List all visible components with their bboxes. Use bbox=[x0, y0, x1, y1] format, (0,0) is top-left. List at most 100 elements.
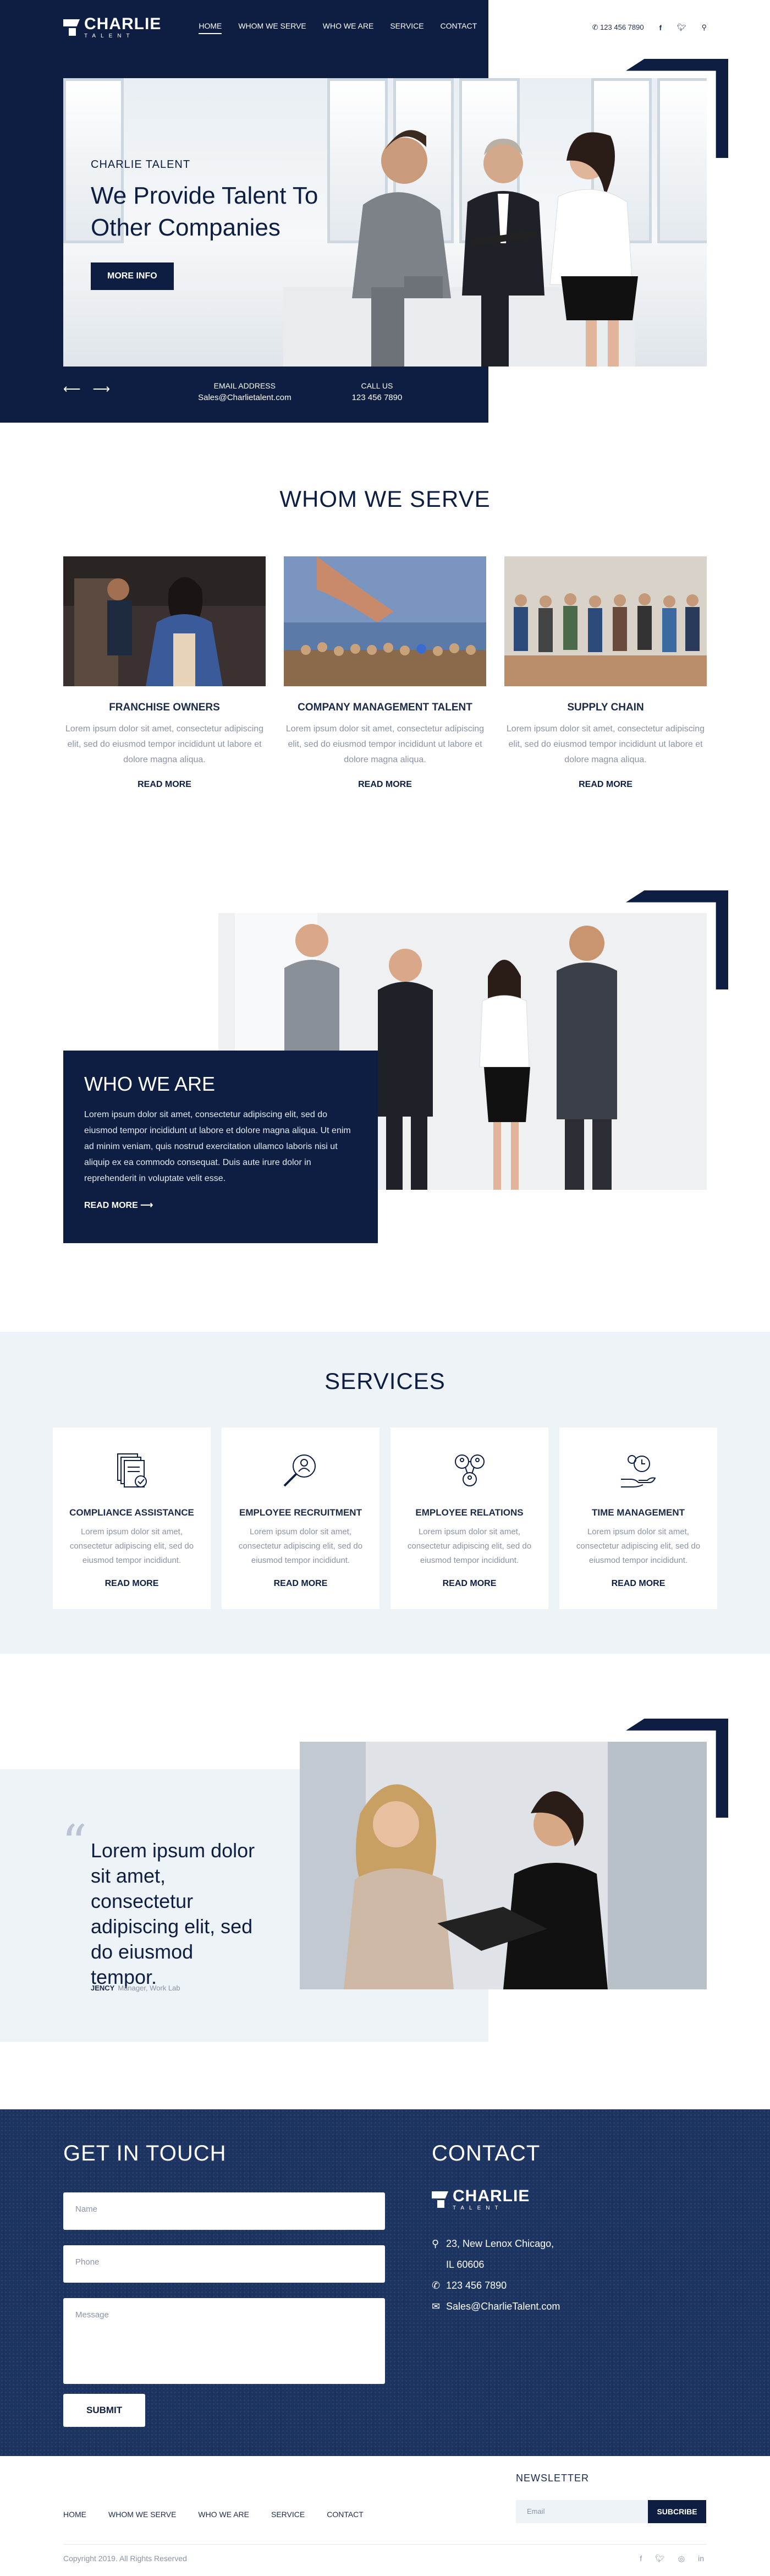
footer-divider bbox=[63, 2544, 707, 2545]
hero-section: CHARLIE TALENT HOME WHOM WE SERVE WHO WE… bbox=[0, 0, 770, 471]
whom-card: FRANCHISE OWNERS Lorem ipsum dolor sit a… bbox=[63, 556, 266, 790]
instagram-icon[interactable]: ◎ bbox=[678, 2554, 685, 2563]
testimonial-image bbox=[300, 1742, 707, 1989]
service-card: TIME MANAGEMENT Lorem ipsum dolor sit am… bbox=[559, 1428, 717, 1609]
hero-text-block: CHARLIE TALENT We Provide Talent To Othe… bbox=[91, 158, 355, 290]
more-info-button[interactable]: MORE INFO bbox=[91, 262, 174, 290]
who-title: WHO WE ARE bbox=[84, 1073, 216, 1095]
facebook-icon[interactable]: f bbox=[659, 24, 662, 32]
contact-title: CONTACT bbox=[432, 2141, 541, 2165]
phone-field[interactable]: Phone bbox=[63, 2245, 385, 2283]
footer-nav-home[interactable]: HOME bbox=[63, 2510, 86, 2519]
arrow-right-icon[interactable]: ⟶ bbox=[93, 382, 111, 396]
whom-cards: FRANCHISE OWNERS Lorem ipsum dolor sit a… bbox=[63, 556, 707, 790]
nav-item-home[interactable]: HOME bbox=[199, 21, 222, 34]
people-network-icon bbox=[454, 1454, 485, 1486]
card-title: FRANCHISE OWNERS bbox=[109, 702, 220, 713]
footer-nav-who-we-are[interactable]: WHO WE ARE bbox=[198, 2510, 249, 2519]
address-line-1: 23, New Lenox Chicago, bbox=[446, 2238, 554, 2249]
testimonial-author: JENCY Manager, Work Lab bbox=[91, 1984, 180, 1992]
submit-button[interactable]: SUBMIT bbox=[63, 2394, 146, 2427]
author-role: Manager, Work Lab bbox=[118, 1984, 180, 1992]
hero-email-info: EMAIL ADDRESS Sales@Charlietalent.com bbox=[198, 380, 291, 404]
read-more-link[interactable]: READ MORE bbox=[504, 780, 707, 790]
logo-mark-icon bbox=[432, 2191, 448, 2208]
main-nav: HOME WHOM WE SERVE WHO WE ARE SERVICE CO… bbox=[199, 21, 477, 34]
read-more-link[interactable]: READ MORE bbox=[63, 780, 266, 790]
linkedin-icon[interactable]: in bbox=[698, 2554, 704, 2563]
name-field[interactable]: Name bbox=[63, 2192, 385, 2230]
hero-phone-info: CALL US 123 456 7890 bbox=[352, 380, 403, 404]
top-navigation-bar: CHARLIE TALENT HOME WHOM WE SERVE WHO WE… bbox=[63, 16, 707, 39]
read-more-link[interactable]: READ MORE bbox=[391, 1579, 548, 1589]
brand-subtitle: TALENT bbox=[84, 33, 135, 39]
supply-chain-image bbox=[504, 556, 707, 686]
brand-name: CHARLIE bbox=[453, 2187, 530, 2205]
nav-item-contact[interactable]: CONTACT bbox=[441, 21, 477, 34]
message-field[interactable]: Message bbox=[63, 2298, 385, 2384]
card-text: Lorem ipsum dolor sit amet, consectetur … bbox=[238, 1527, 363, 1565]
magnifier-person-icon bbox=[283, 1454, 316, 1487]
quote-icon: “ bbox=[62, 1814, 87, 1872]
card-title: COMPLIANCE ASSISTANCE bbox=[69, 1507, 194, 1518]
phone-icon: ✆ bbox=[592, 23, 601, 31]
nav-item-who-we-are[interactable]: WHO WE ARE bbox=[323, 21, 374, 34]
email-link[interactable]: Sales@Charlietalent.com bbox=[198, 392, 291, 404]
get-in-touch-form: GET IN TOUCH Name Phone Message SUBMIT bbox=[63, 2141, 385, 2427]
services-cards: COMPLIANCE ASSISTANCE Lorem ipsum dolor … bbox=[53, 1428, 717, 1609]
call-label: CALL US bbox=[361, 381, 393, 390]
service-card: EMPLOYEE RELATIONS Lorem ipsum dolor sit… bbox=[391, 1428, 548, 1609]
hero-kicker: CHARLIE TALENT bbox=[91, 158, 191, 171]
who-text: Lorem ipsum dolor sit amet, consectetur … bbox=[84, 1110, 351, 1183]
nav-item-service[interactable]: SERVICE bbox=[390, 21, 424, 34]
card-text: Lorem ipsum dolor sit amet, consectetur … bbox=[407, 1527, 532, 1565]
newsletter-title: NEWSLETTER bbox=[516, 2473, 590, 2484]
services-section: SERVICES COMPLIANCE ASSISTANCE Lorem ips… bbox=[0, 1332, 770, 1654]
who-we-are-section: WHO WE ARE Lorem ipsum dolor sit amet, c… bbox=[0, 861, 770, 1332]
read-more-link[interactable]: READ MORE bbox=[284, 780, 486, 790]
envelope-icon: ✉ bbox=[432, 2301, 441, 2312]
service-card: EMPLOYEE RECRUITMENT Lorem ipsum dolor s… bbox=[222, 1428, 380, 1609]
phone-link[interactable]: 123 456 7890 bbox=[352, 392, 403, 404]
read-more-link[interactable]: READ MORE bbox=[222, 1579, 380, 1589]
header-phone[interactable]: ✆ 123 456 7890 bbox=[592, 23, 644, 32]
card-text: Lorem ipsum dolor sit amet, consectetur … bbox=[65, 724, 264, 764]
footer-nav-whom-we-serve[interactable]: WHOM WE SERVE bbox=[108, 2510, 176, 2519]
who-we-are-card: WHO WE ARE Lorem ipsum dolor sit amet, c… bbox=[63, 1051, 378, 1243]
section-title: SERVICES bbox=[324, 1368, 446, 1394]
footer-logo: CHARLIE TALENT bbox=[432, 2188, 707, 2211]
card-title: SUPPLY CHAIN bbox=[567, 702, 644, 713]
read-more-link[interactable]: READ MORE ⟶ bbox=[84, 1200, 357, 1211]
footer-nav-contact[interactable]: CONTACT bbox=[327, 2510, 364, 2519]
brand-name: CHARLIE bbox=[84, 15, 162, 33]
subscribe-button[interactable]: SUBCRIBE bbox=[648, 2500, 706, 2523]
card-text: Lorem ipsum dolor sit amet, consectetur … bbox=[285, 724, 485, 764]
brand-logo[interactable]: CHARLIE TALENT bbox=[63, 16, 161, 39]
company-management-image bbox=[284, 556, 486, 686]
facebook-icon[interactable]: f bbox=[640, 2554, 642, 2563]
read-more-link[interactable]: READ MORE bbox=[559, 1579, 717, 1589]
footer-nav-service[interactable]: SERVICE bbox=[271, 2510, 305, 2519]
card-text: Lorem ipsum dolor sit amet, consectetur … bbox=[69, 1527, 194, 1565]
address-line-2: IL 60606 bbox=[446, 2259, 485, 2270]
footer-nav: HOME WHOM WE SERVE WHO WE ARE SERVICE CO… bbox=[63, 2510, 364, 2519]
contact-email[interactable]: Sales@CharlieTalent.com bbox=[446, 2296, 560, 2317]
newsletter-email-input[interactable]: Email bbox=[516, 2500, 648, 2523]
hero-title: We Provide Talent To Other Companies bbox=[91, 182, 318, 241]
arrow-left-icon[interactable]: ⟵ bbox=[63, 382, 81, 396]
phone-icon: ✆ bbox=[432, 2280, 441, 2291]
franchise-owners-image bbox=[63, 556, 266, 686]
card-title: EMPLOYEE RELATIONS bbox=[415, 1507, 524, 1518]
footer-social-icons: f 🐦︎ ◎ in bbox=[640, 2554, 704, 2563]
search-icon[interactable]: ⚲ bbox=[701, 23, 707, 32]
brand-subtitle: TALENT bbox=[453, 2205, 503, 2211]
nav-item-whom-we-serve[interactable]: WHOM WE SERVE bbox=[238, 21, 306, 34]
author-name: JENCY bbox=[91, 1984, 115, 1992]
contact-phone[interactable]: 123 456 7890 bbox=[446, 2275, 507, 2296]
logo-mark-icon bbox=[63, 19, 80, 36]
read-more-link[interactable]: READ MORE bbox=[53, 1579, 211, 1589]
section-title: WHOM WE SERVE bbox=[279, 486, 491, 512]
service-card: COMPLIANCE ASSISTANCE Lorem ipsum dolor … bbox=[53, 1428, 211, 1609]
twitter-icon[interactable]: 🐦︎ bbox=[655, 2554, 665, 2563]
twitter-icon[interactable]: 🐦︎ bbox=[677, 23, 686, 32]
